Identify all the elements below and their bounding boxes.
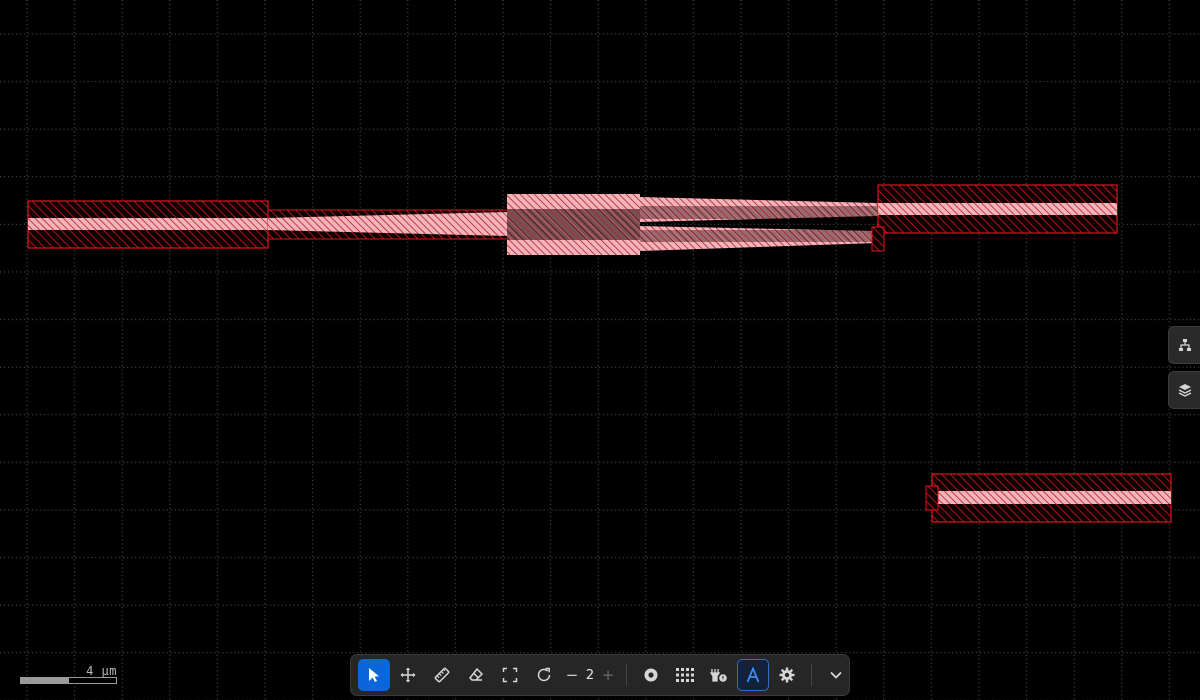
layers-icon bbox=[1178, 383, 1192, 397]
layout-canvas[interactable] bbox=[0, 0, 1200, 700]
erase-tool-button[interactable] bbox=[460, 659, 492, 691]
reset-view-button[interactable] bbox=[528, 659, 560, 691]
cursor-icon bbox=[367, 667, 381, 683]
chevron-down-icon bbox=[828, 667, 844, 683]
gear-icon bbox=[779, 667, 795, 683]
move-icon bbox=[400, 667, 416, 683]
port-marker-2[interactable] bbox=[925, 485, 939, 511]
eraser-icon bbox=[468, 667, 484, 683]
grid-toggle-button[interactable] bbox=[669, 659, 701, 691]
ruler-icon bbox=[434, 667, 450, 683]
toolbar-divider bbox=[626, 664, 627, 686]
layout-viewer[interactable]: 4 μm − 2 + bbox=[0, 0, 1200, 700]
scale-bar-track bbox=[20, 677, 117, 684]
depth-value: 2 bbox=[585, 667, 595, 683]
depth-increment-button[interactable]: + bbox=[599, 659, 617, 691]
ruler-tool-button[interactable] bbox=[426, 659, 458, 691]
right-top-pad[interactable] bbox=[877, 184, 1118, 234]
toolbar-divider bbox=[811, 664, 812, 686]
settings-button[interactable] bbox=[771, 659, 803, 691]
select-tool-button[interactable] bbox=[358, 659, 390, 691]
layers-panel-button[interactable] bbox=[1168, 371, 1200, 409]
pan-tool-button[interactable] bbox=[392, 659, 424, 691]
labels-toggle-button[interactable] bbox=[737, 659, 769, 691]
depth-decrement-button[interactable]: − bbox=[563, 659, 581, 691]
fill-mode-button[interactable] bbox=[635, 659, 667, 691]
left-taper[interactable] bbox=[267, 209, 509, 240]
bottom-toolbar: − 2 + bbox=[350, 654, 850, 696]
fit-icon bbox=[502, 667, 518, 683]
bottom-right-pad[interactable] bbox=[931, 473, 1172, 523]
depth-stepper: − 2 + bbox=[563, 659, 617, 691]
ports-icon bbox=[710, 667, 728, 683]
rotate-icon bbox=[536, 667, 552, 683]
collapse-toolbar-button[interactable] bbox=[820, 659, 852, 691]
splitter-body[interactable] bbox=[507, 194, 640, 255]
left-pad[interactable] bbox=[27, 200, 269, 249]
scale-bar: 4 μm bbox=[20, 664, 117, 684]
background-grid bbox=[0, 0, 1200, 700]
scale-label: 4 μm bbox=[86, 664, 117, 678]
fit-view-button[interactable] bbox=[494, 659, 526, 691]
ports-toggle-button[interactable] bbox=[703, 659, 735, 691]
hierarchy-panel-button[interactable] bbox=[1168, 326, 1200, 364]
grid-icon bbox=[676, 668, 694, 682]
scale-bar-fill bbox=[21, 678, 69, 683]
hierarchy-icon bbox=[1178, 338, 1192, 352]
port-marker-1[interactable] bbox=[871, 226, 885, 252]
label-a-icon bbox=[745, 667, 761, 683]
record-icon bbox=[643, 667, 659, 683]
